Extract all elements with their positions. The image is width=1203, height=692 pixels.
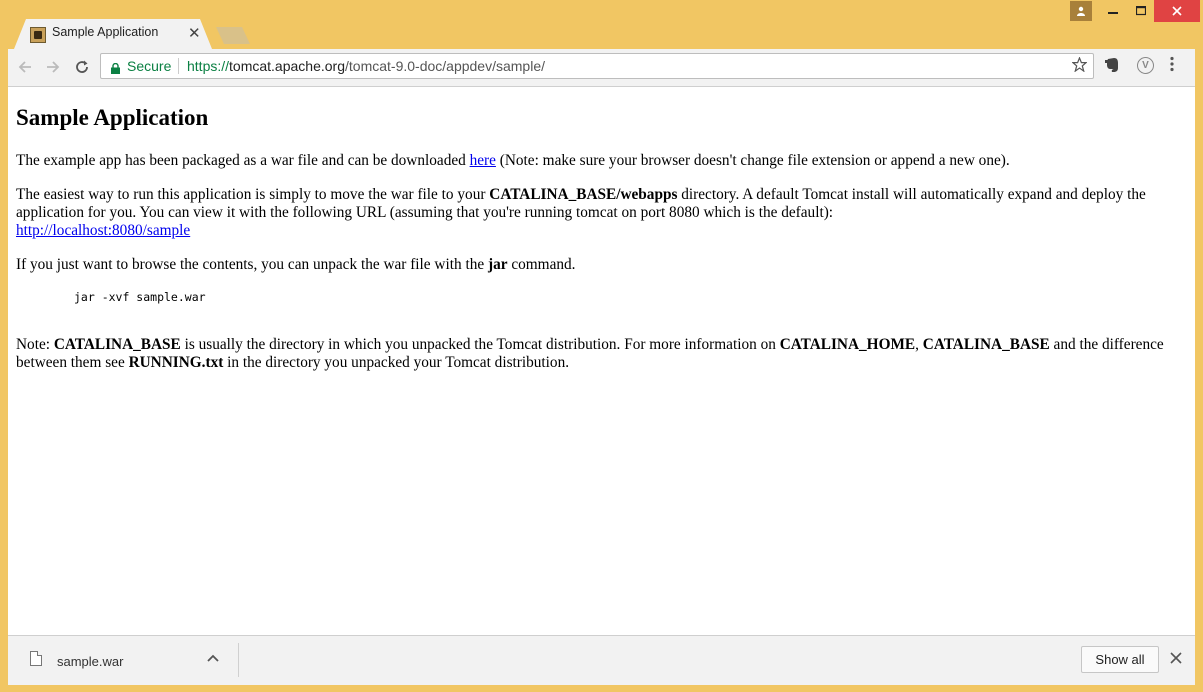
minimize-button[interactable] [1098,0,1128,22]
star-icon[interactable] [1071,56,1088,76]
forward-arrow-icon[interactable] [41,56,65,78]
download-file-name[interactable]: sample.war [57,654,123,669]
show-all-button[interactable]: Show all [1081,646,1159,673]
url-text[interactable]: https://tomcat.apache.org/tomcat-9.0-doc… [187,58,545,74]
note-paragraph: Note: CATALINA_BASE is usually the direc… [16,336,1164,371]
jar-command-code: jar -xvf sample.war [74,290,206,304]
download-here-link[interactable]: here [470,152,496,169]
maximize-button[interactable] [1126,0,1156,22]
url-host: tomcat.apache.org [229,58,345,74]
localhost-sample-link[interactable]: http://localhost:8080/sample [16,222,190,239]
reload-icon[interactable] [70,56,94,78]
secure-label[interactable]: Secure [127,58,171,74]
close-shelf-icon[interactable] [1170,649,1182,668]
close-window-button[interactable] [1154,0,1200,22]
tab-title: Sample Application [52,25,159,39]
shelf-divider [238,643,239,677]
v-extension-icon[interactable]: V [1137,57,1154,74]
run-paragraph: The easiest way to run this application … [16,186,1146,239]
browse-paragraph: If you just want to browse the contents,… [16,256,576,273]
download-shelf [8,635,1195,685]
evernote-icon[interactable] [1105,57,1121,75]
file-icon[interactable] [30,651,42,666]
tomcat-favicon-icon [30,27,46,43]
page-content: Sample Application The example app has b… [8,87,1195,635]
chevron-up-icon[interactable] [207,651,219,666]
download-paragraph: The example app has been packaged as a w… [16,152,1010,169]
page-title: Sample Application [16,105,209,130]
tab-close-icon[interactable]: ✕ [188,24,201,42]
url-scheme: https:// [187,58,230,74]
lock-icon[interactable] [111,59,120,74]
kebab-menu-icon[interactable] [1170,56,1174,76]
back-arrow-icon[interactable] [13,56,37,78]
url-path: /tomcat-9.0-doc/appdev/sample/ [345,58,545,74]
omnibox-divider [178,58,179,74]
profile-icon[interactable] [1070,1,1092,21]
